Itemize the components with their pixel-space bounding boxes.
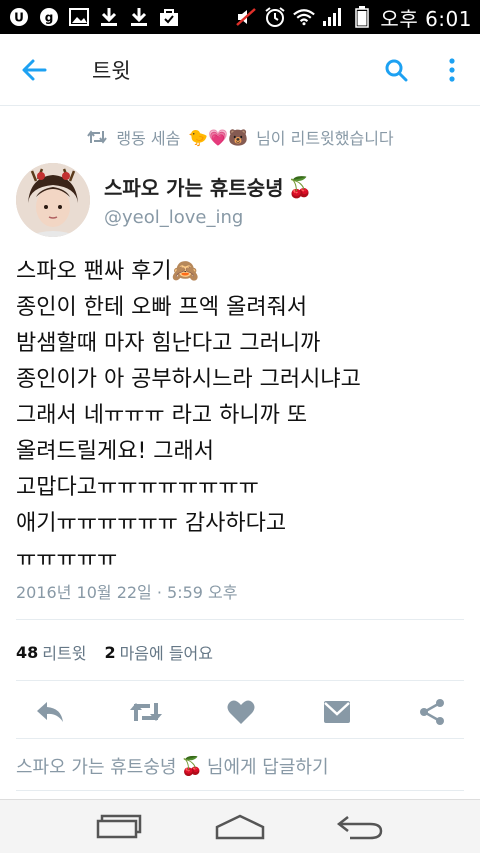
- wifi-icon: [293, 7, 316, 27]
- status-time: 오후 6:01: [380, 6, 472, 31]
- retweeter-emojis: 🐤💗🐻: [188, 127, 249, 147]
- arrow-left-icon: [22, 59, 47, 80]
- direct-message-button[interactable]: [317, 692, 357, 732]
- tweet-line: ㅠㅠㅠㅠㅠ: [16, 547, 118, 572]
- like-button[interactable]: [221, 692, 261, 732]
- tweet-line: 올려드릴게요! 그래서: [16, 439, 214, 464]
- svg-text:U: U: [14, 11, 24, 25]
- divider: [16, 680, 464, 681]
- alarm-icon: [264, 7, 286, 27]
- tweet-line: 그래서 네ㅠㅠㅠ 라고 하니까 또: [16, 403, 308, 428]
- reply-input[interactable]: 스파오 가는 휴트숭녕 🍒 님에게 답글하기: [16, 753, 329, 779]
- tweet-text: 스파오 팬싸 후기🙈 종인이 한테 오빠 프엑 올려줘서 밤샘할때 마자 힘난다…: [16, 254, 466, 578]
- svg-text:g: g: [45, 11, 54, 25]
- divider: [16, 619, 464, 620]
- retweet-context[interactable]: 랭동 세솜 🐤💗🐻 님이 리트윗했습니다: [0, 122, 480, 152]
- author-name-text: 스파오 가는 휴트숭녕: [104, 176, 284, 200]
- recent-apps-icon: [96, 814, 142, 838]
- search-icon: [385, 59, 408, 81]
- cherry-emoji: 🍒: [180, 755, 203, 777]
- tweet-line: 밤샘할때 마자 힘난다고 그러니까: [16, 331, 321, 356]
- like-count[interactable]: 2: [104, 643, 115, 662]
- usim-icon: U: [8, 7, 30, 27]
- tweet-author[interactable]: 스파오 가는 휴트숭녕 🍒 @yeol_love_ing: [16, 163, 312, 237]
- retweet-context-suffix: 님이 리트윗했습니다: [256, 129, 394, 148]
- like-label[interactable]: 마음에 들어요: [120, 640, 213, 664]
- reply-placeholder-suffix: 님에게 답글하기: [206, 757, 329, 778]
- status-bar: U g 오후 6:01: [0, 0, 480, 34]
- retweet-label[interactable]: 리트윗: [42, 640, 86, 664]
- mute-icon: [235, 7, 257, 27]
- more-vert-icon: [449, 57, 455, 82]
- retweet-button[interactable]: [126, 692, 166, 732]
- app-bar: 트윗: [0, 34, 480, 106]
- search-button[interactable]: [368, 34, 424, 106]
- retweet-icon: [87, 130, 108, 144]
- tweet-timestamp: 2016년 10월 22일 · 5:59 오후: [16, 583, 238, 602]
- share-icon: [420, 699, 444, 725]
- tweet-line: 애기ㅠㅠㅠㅠㅠㅠ 감사하다고: [16, 511, 287, 536]
- more-options-button[interactable]: [424, 34, 480, 106]
- tweet-detail-screen: U g 오후 6:01 트윗 랭동 세솜 🐤💗🐻 님이 리트윗했습니다 스파오 …: [0, 0, 480, 853]
- share-button[interactable]: [412, 692, 452, 732]
- home-icon: [215, 814, 265, 839]
- image-icon: [68, 7, 90, 27]
- message-icon: [323, 701, 350, 723]
- tweet-line: 스파오 팬싸 후기🙈: [16, 259, 200, 284]
- tweet-line: 종인이가 아 공부하시느라 그러시냐고: [16, 367, 361, 392]
- battery-icon: [351, 6, 373, 28]
- download-icon: [128, 7, 150, 27]
- heart-icon: [227, 700, 255, 724]
- page-title: 트윗: [92, 58, 131, 83]
- back-icon: [336, 815, 383, 839]
- tweet-line: 고맙다고ㅠㅠㅠㅠㅠㅠㅠㅠ: [16, 475, 259, 500]
- cherry-emoji: 🍒: [287, 174, 313, 199]
- tweet-line: 종인이 한테 오빠 프엑 올려줘서: [16, 295, 308, 320]
- author-handle: @yeol_love_ing: [104, 207, 244, 228]
- g-icon: g: [38, 7, 60, 27]
- tweet-stats: 48 리트윗 2 마음에 들어요: [16, 640, 227, 664]
- reply-icon: [37, 702, 63, 722]
- signal-icon: [322, 7, 344, 27]
- home-button[interactable]: [210, 802, 270, 852]
- author-display-name[interactable]: 스파오 가는 휴트숭녕 🍒: [104, 172, 312, 201]
- android-nav-bar: [0, 799, 480, 853]
- back-button[interactable]: [4, 34, 64, 106]
- avatar[interactable]: [16, 163, 90, 237]
- retweet-icon: [129, 703, 162, 721]
- tweet-actions: [0, 692, 480, 732]
- retweet-count[interactable]: 48: [16, 643, 38, 662]
- divider: [16, 790, 464, 791]
- reply-target-name: 스파오 가는 휴트숭녕: [16, 757, 177, 778]
- reply-button[interactable]: [30, 692, 70, 732]
- bag-icon: [158, 7, 180, 27]
- download-icon: [98, 7, 120, 27]
- retweeter-name: 랭동 세솜: [116, 129, 181, 148]
- divider: [16, 738, 464, 739]
- system-back-button[interactable]: [330, 802, 390, 852]
- recent-apps-button[interactable]: [90, 802, 150, 852]
